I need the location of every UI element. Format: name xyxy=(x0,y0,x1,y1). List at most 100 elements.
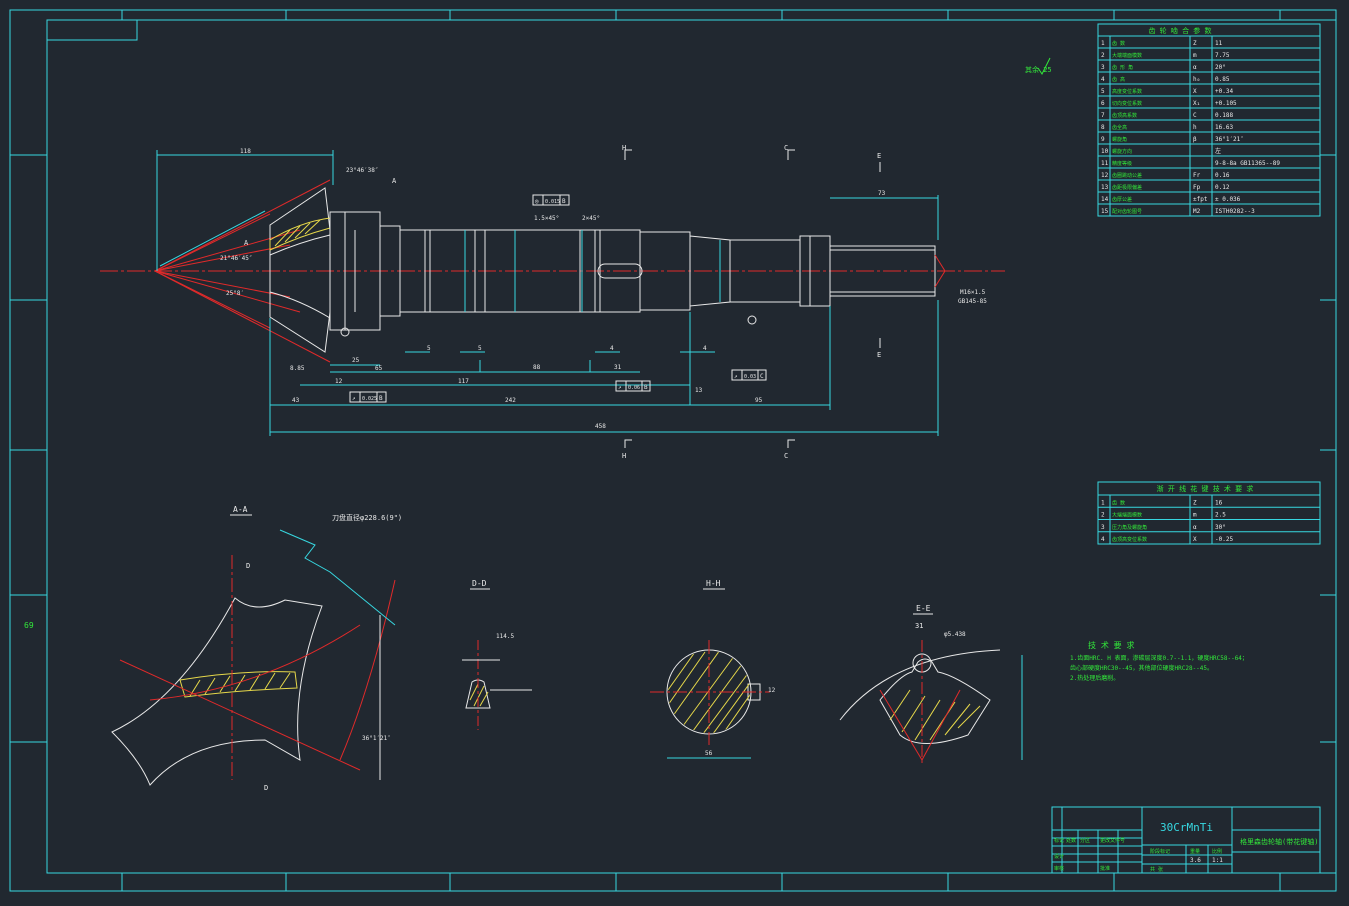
param-row-13-name: 齿距极限偏差 xyxy=(1112,184,1142,191)
tech-req-line-2: 齿心部硬度HRC30--45，其他部位硬度HRC28--45。 xyxy=(1070,664,1213,672)
param-row-15-name: 配对齿轮图号 xyxy=(1112,208,1142,215)
tb-scale-value: 1:1 xyxy=(1212,857,1223,864)
spline-row-4-val: -0.25 xyxy=(1215,536,1233,543)
dim-117: 117 xyxy=(458,378,469,385)
param-row-7-no: 7 xyxy=(1101,112,1105,119)
dim-242: 242 xyxy=(505,397,516,404)
param-row-10-name: 螺旋方向 xyxy=(1112,148,1132,155)
spline-row-3-val: 30° xyxy=(1215,524,1226,531)
spline-row-1-val: 16 xyxy=(1215,499,1223,506)
param-row-9-no: 9 xyxy=(1101,136,1105,143)
param-row-3-sym: α xyxy=(1193,64,1197,71)
spline-row-3-no: 3 xyxy=(1101,524,1105,531)
aa-angle: 36°1′21″ xyxy=(362,735,391,742)
spline-row-2-val: 2.5 xyxy=(1215,512,1226,519)
tb-cell-doc: 更改文件号 xyxy=(1100,837,1125,844)
tol-3-sym: ↗ xyxy=(618,384,622,391)
tol-4-sym: ↗ xyxy=(734,373,738,380)
param-row-7-name: 齿顶高系数 xyxy=(1112,112,1137,119)
param-row-11-val: 9-8-8a GB11365--89 xyxy=(1215,160,1280,167)
title-block: 30CrMnTi 格里森齿轮轴(带花键轴) 标记 处数 分区 更改文件号 设计 … xyxy=(1051,806,1321,874)
ee-dim-phi: φ5.438 xyxy=(944,631,966,638)
section-hh-label: H-H xyxy=(706,579,721,588)
tol-3-val: 0.06 xyxy=(628,385,640,391)
drawing-sheet: 69 其余 25 齿 轮 啮 合 参 数 1齿 数 Z 112 大端端面模数 m 7.75… xyxy=(9,9,1337,892)
dim-cham1: 2×45° xyxy=(582,215,600,222)
param-row-14-val: ± 0.036 xyxy=(1215,196,1241,203)
param-row-1-val: 11 xyxy=(1215,40,1223,47)
main-shaft-view xyxy=(100,179,1005,363)
tol-4-val: 0.03 xyxy=(744,374,756,380)
tb-weight-value: 3.6 xyxy=(1190,857,1201,864)
aa-marker-d-top: D xyxy=(246,562,250,570)
tb-cell-scale: 比例 xyxy=(1212,848,1222,855)
section-dd-label: D-D xyxy=(472,579,487,588)
param-row-4-sym: h₀ xyxy=(1193,76,1200,83)
param-row-6-val: +0.105 xyxy=(1215,100,1237,107)
param-row-7-sym: C xyxy=(1193,112,1197,119)
section-aa-view: A-A 刀盘直径φ228.6(9") 36°1′21″ D D xyxy=(111,505,402,792)
dim-5a: 5 xyxy=(427,345,431,352)
param-row-4-name: 齿 高 xyxy=(1112,76,1125,83)
param-row-13-no: 13 xyxy=(1101,184,1109,191)
technical-requirements: 技 术 要 求 1.齿面HRC. H 表面，渗碳层深度0.7--1.1，硬度HR… xyxy=(1070,640,1248,682)
tol-2-ref: B xyxy=(379,395,383,402)
main-dimension-texts: 118 73 25 65 5 5 4 4 31 88 117 43 242 95… xyxy=(220,148,987,430)
param-row-3-val: 20° xyxy=(1215,64,1226,71)
tol-2-val: 0.025 xyxy=(362,396,377,402)
material-name: 30CrMnTi xyxy=(1160,821,1213,834)
spline-row-1-sym: Z xyxy=(1193,499,1197,506)
gear-parameter-table: 齿 轮 啮 合 参 数 1 齿 数 Z 11 2 大端端面模数 m 7.75 3 齿 形 角 α 20… xyxy=(1097,23,1321,217)
drawing-title: 格里森齿轮轴(带花键轴) xyxy=(1240,837,1318,846)
marker-h-bot: H xyxy=(622,452,626,460)
dim-12: 12 xyxy=(335,378,343,385)
dim-5b: 5 xyxy=(478,345,482,352)
param-row-14-no: 14 xyxy=(1101,196,1109,203)
spline-row-1-no: 1 xyxy=(1101,499,1105,506)
dim-65: 65 xyxy=(375,365,383,372)
param-row-4-val: 0.85 xyxy=(1215,76,1230,83)
param-row-12-sym: Fr xyxy=(1193,172,1201,179)
param-row-8-val: 16.63 xyxy=(1215,124,1233,131)
param-row-4-no: 4 xyxy=(1101,76,1105,83)
tolerance-frames: ◎ 0.015 B ↗ 0.025 B ↗ 0.06 B ↗ 0.03 C xyxy=(349,194,767,403)
zone-ticks xyxy=(10,10,1336,891)
param-row-9-sym: β xyxy=(1193,136,1197,143)
spline-row-1-name: 齿 数 xyxy=(1112,499,1125,506)
param-row-15-no: 15 xyxy=(1101,208,1109,215)
marker-e-bot: E xyxy=(877,351,881,359)
tb-cell-zone: 分区 xyxy=(1080,837,1090,844)
tb-cell-stage: 阶段标记 xyxy=(1150,848,1170,855)
hh-key-dim: 12 xyxy=(768,687,776,694)
param-row-6-sym: X₁ xyxy=(1193,100,1200,107)
dim-73: 73 xyxy=(878,190,886,197)
param-table-rows: 1 齿 数 Z 11 2 大端端面模数 m 7.75 3 齿 形 角 α 20° 4 齿 高 h₀ 0.85 5… xyxy=(1098,40,1320,215)
marker-a2: A xyxy=(244,239,249,247)
param-row-2-val: 7.75 xyxy=(1215,52,1230,59)
dim-gb: GB145-85 xyxy=(958,298,987,305)
dim-ang4: 25°8′ xyxy=(226,290,244,297)
corner-box xyxy=(46,19,138,41)
dim-m16: M16×1.5 xyxy=(960,289,986,296)
aa-cutter-dia: 刀盘直径φ228.6(9") xyxy=(332,513,402,522)
param-row-5-sym: X xyxy=(1193,88,1197,95)
dim-88: 88 xyxy=(533,364,541,371)
tb-cell-count: 处数 xyxy=(1066,837,1076,844)
spline-row-2-sym: m xyxy=(1193,512,1197,519)
param-row-2-no: 2 xyxy=(1101,52,1105,59)
cad-drawing-canvas[interactable]: 69 其余 25 齿 轮 啮 合 参 数 1齿 数 Z 11 2 大端端面模数 m 7.75… xyxy=(0,0,1349,902)
tech-req-line-1: 1.齿面HRC. H 表面，渗碳层深度0.7--1.1，硬度HRC58--64； xyxy=(1070,654,1248,662)
marker-h-top: H xyxy=(622,144,626,152)
tol-3-ref: B xyxy=(644,384,648,391)
param-row-15-sym: M2 xyxy=(1193,208,1201,215)
tol-1-sym: ◎ xyxy=(535,198,539,205)
sheet-outer-border xyxy=(9,9,1337,892)
roughness-note: 其余 25 xyxy=(1025,65,1052,74)
tol-1-val: 0.015 xyxy=(545,199,560,205)
param-row-10-val: 左 xyxy=(1215,147,1221,155)
dim-31: 31 xyxy=(614,364,622,371)
spline-row-4-no: 4 xyxy=(1101,536,1105,543)
param-row-1-sym: Z xyxy=(1193,40,1197,47)
param-table-title: 齿 轮 啮 合 参 数 xyxy=(1148,26,1211,35)
spline-parameter-table: 渐 开 线 花 键 技 术 要 求 1 齿 数 Z 16 2 大端端面模数 m 2.5 3 压力角… xyxy=(1097,481,1321,545)
